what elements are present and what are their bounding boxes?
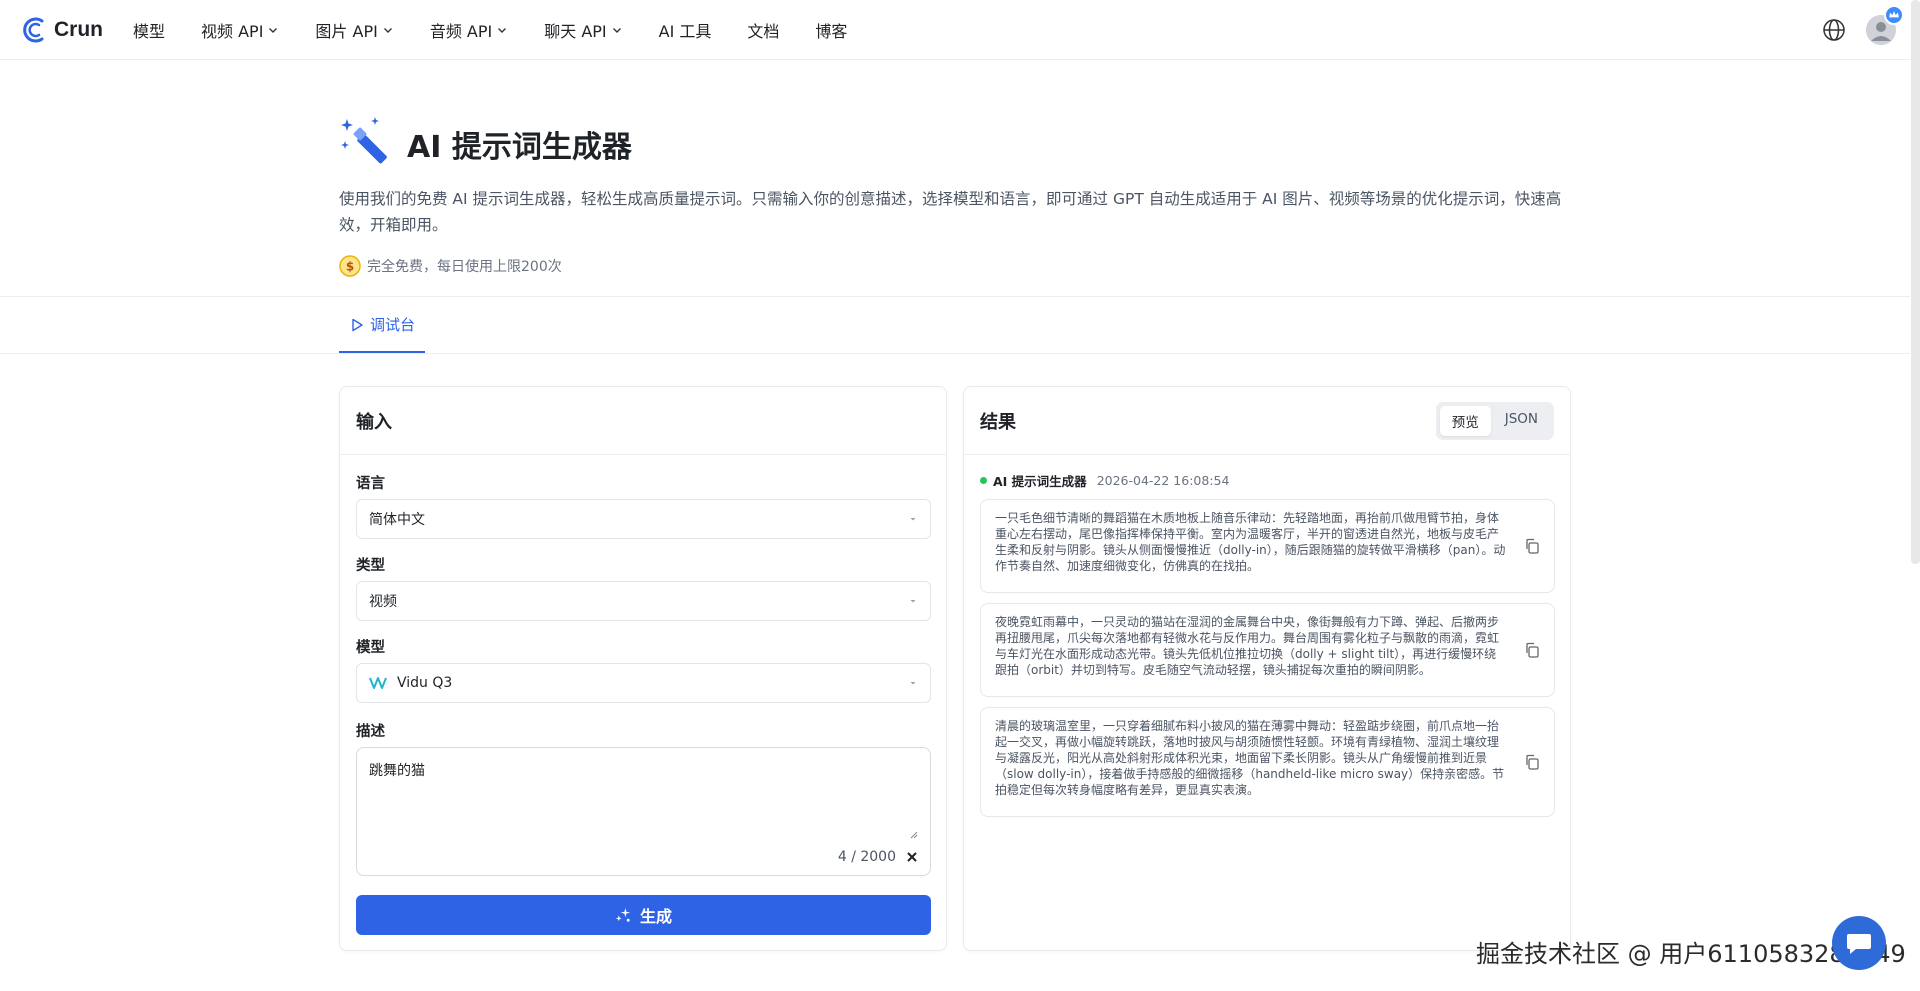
coin-icon: $ [339, 255, 361, 277]
nav-item-chat-api[interactable]: 聊天 API [544, 18, 622, 42]
type-select[interactable]: 视频 [356, 581, 931, 621]
nav-label: 聊天 API [544, 22, 607, 41]
free-usage-note: $ 完全免费，每日使用上限200次 [339, 255, 562, 277]
nav-item-video-api[interactable]: 视频 API [201, 18, 279, 42]
nav-label: 博客 [815, 22, 848, 41]
result-text: 夜晚霓虹雨幕中，一只灵动的猫站在湿润的金属舞台中央，像街舞般有力下蹲、弹起、后撤… [995, 615, 1500, 677]
result-panel-header: 结果 预览 JSON [964, 387, 1570, 455]
nav-label: 音频 API [429, 22, 493, 41]
clear-icon[interactable] [906, 851, 918, 863]
tab-label: 调试台 [370, 316, 416, 334]
generate-label: 生成 [639, 907, 672, 926]
nav-label: 视频 API [201, 22, 264, 41]
model-value: Vidu Q3 [397, 675, 453, 691]
divider [0, 353, 1910, 354]
type-value: 视频 [369, 594, 397, 610]
divider [0, 296, 1910, 297]
result-text: 清晨的玻璃温室里，一只穿着细腻布料小披风的猫在薄雾中舞动：轻盈踮步绕圈，前爪点地… [995, 719, 1505, 797]
chat-icon [1847, 934, 1871, 954]
caret-down-icon [910, 600, 916, 603]
nav-item-docs[interactable]: 文档 [747, 18, 779, 42]
nav-label: 模型 [133, 22, 166, 41]
nav-item-ai-tools[interactable]: AI 工具 [659, 18, 712, 42]
resize-grip-icon[interactable] [910, 831, 918, 839]
view-tab-preview[interactable]: 预览 [1439, 405, 1491, 436]
view-toggle: 预览 JSON [1435, 401, 1554, 440]
input-panel-header: 输入 [340, 387, 946, 455]
logo[interactable]: Crun [20, 14, 103, 46]
page-description: 使用我们的免费 AI 提示词生成器，轻松生成高质量提示词。只需输入你的创意描述，… [339, 190, 1562, 234]
nav-label: 图片 API [315, 22, 378, 41]
magic-wand-icon [341, 117, 387, 164]
crun-logo-icon [23, 17, 44, 43]
result-item[interactable]: 夜晚霓虹雨幕中，一只灵动的猫站在湿润的金属舞台中央，像街舞般有力下蹲、弹起、后撤… [980, 603, 1555, 697]
chat-support-button[interactable] [1832, 916, 1886, 970]
copy-icon[interactable] [1524, 642, 1540, 658]
result-source: AI 提示词生成器 [993, 474, 1087, 489]
free-usage-text: 完全免费，每日使用上限200次 [367, 259, 562, 275]
result-text: 一只毛色细节清晰的舞蹈猫在木质地板上随音乐律动：先轻踏地面，再抬前爪做甩臂节拍，… [995, 511, 1506, 573]
input-panel-title: 输入 [356, 411, 392, 433]
user-menu[interactable] [1866, 5, 1904, 45]
crown-icon [1884, 5, 1904, 25]
model-label: 模型 [356, 640, 385, 656]
copy-icon[interactable] [1524, 538, 1540, 554]
scrollbar[interactable] [1911, 0, 1920, 564]
sparkle-icon [615, 907, 631, 922]
chevron-down-icon [269, 28, 278, 33]
svg-text:$: $ [346, 260, 354, 274]
chevron-down-icon [498, 28, 507, 33]
view-tab-json[interactable]: JSON [1493, 406, 1550, 436]
tab-bar: 调试台 [339, 298, 426, 353]
result-panel-title: 结果 [980, 411, 1016, 433]
result-item[interactable]: 一只毛色细节清晰的舞蹈猫在木质地板上随音乐律动：先轻踏地面，再抬前爪做甩臂节拍，… [980, 499, 1555, 593]
copy-icon[interactable] [1524, 754, 1540, 770]
char-count: 4 / 2000 [837, 849, 896, 865]
input-panel: 输入 语言 简体中文 类型 视频 模型 Vidu Q3 描述 跳舞的猫 4 / … [339, 386, 947, 951]
top-nav: Crun 模型 视频 API 图片 API 音频 API 聊天 API AI 工… [0, 0, 1920, 60]
model-selected: Vidu Q3 [369, 675, 452, 691]
description-textarea[interactable]: 跳舞的猫 4 / 2000 [356, 747, 931, 876]
result-timestamp: 2026-04-22 16:08:54 [1096, 473, 1230, 488]
nav-label: 文档 [747, 22, 780, 41]
nav-item-blog[interactable]: 博客 [815, 18, 847, 42]
char-counter: 4 / 2000 [838, 849, 918, 865]
play-icon [352, 318, 363, 331]
result-item[interactable]: 清晨的玻璃温室里，一只穿着细腻布料小披风的猫在薄雾中舞动：轻盈踮步绕圈，前爪点地… [980, 707, 1555, 817]
nav-item-image-api[interactable]: 图片 API [315, 18, 393, 42]
vidu-logo-icon [369, 677, 387, 689]
nav-label: AI 工具 [658, 22, 712, 41]
language-value: 简体中文 [369, 512, 425, 528]
tab-playground[interactable]: 调试台 [339, 298, 426, 353]
description-value: 跳舞的猫 [369, 763, 425, 779]
description-label: 描述 [356, 724, 385, 740]
page-title: AI 提示词生成器 [407, 130, 632, 165]
generate-button[interactable]: 生成 [356, 895, 931, 935]
language-select[interactable]: 简体中文 [356, 499, 931, 539]
language-label: 语言 [356, 476, 385, 492]
chevron-down-icon [383, 28, 392, 33]
chevron-down-icon [612, 28, 621, 33]
caret-down-icon [910, 518, 916, 521]
nav-right [1822, 0, 1904, 60]
result-meta: AI 提示词生成器 2026-04-22 16:08:54 [980, 471, 1229, 490]
nav-item-audio-api[interactable]: 音频 API [430, 18, 508, 42]
main-nav: 模型 视频 API 图片 API 音频 API 聊天 API AI 工具 文档 … [133, 0, 883, 60]
model-select[interactable]: Vidu Q3 [356, 663, 931, 703]
status-dot [980, 477, 987, 484]
caret-down-icon [910, 682, 916, 685]
nav-item-models[interactable]: 模型 [133, 18, 165, 42]
globe-icon[interactable] [1822, 18, 1846, 42]
result-panel: 结果 预览 JSON AI 提示词生成器 2026-04-22 16:08:54… [963, 386, 1571, 951]
type-label: 类型 [356, 558, 385, 574]
logo-text: Crun [54, 18, 103, 41]
